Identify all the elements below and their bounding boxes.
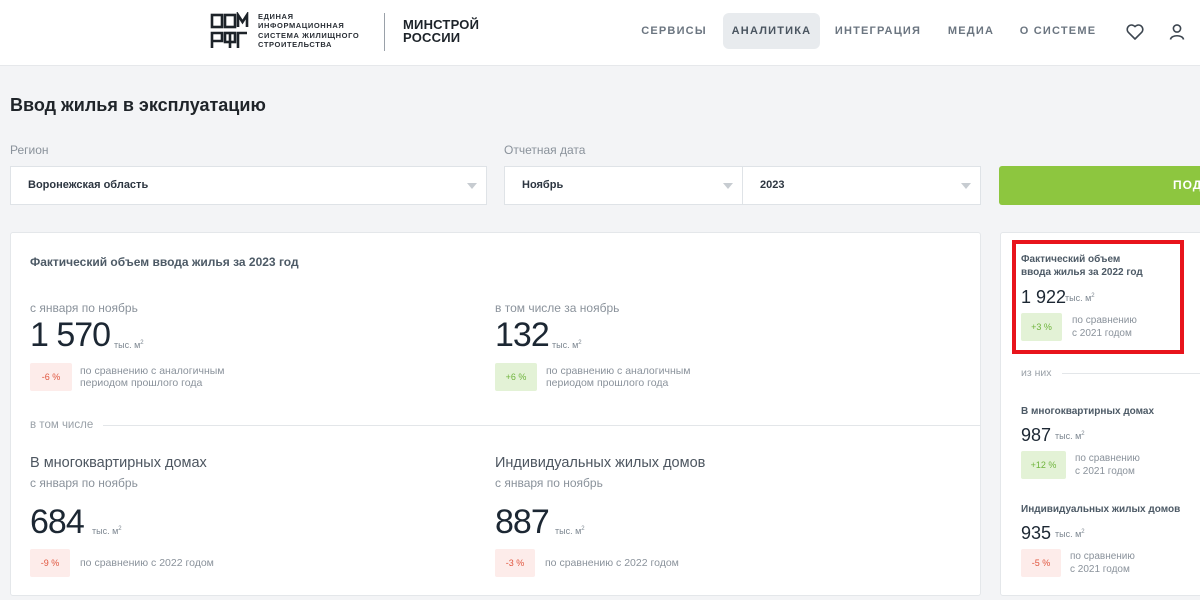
- logo-text-line: ИНФОРМАЦИОННАЯ: [258, 21, 345, 31]
- apartments-change-badge: -9 %: [30, 549, 70, 577]
- ytd-period: с января по ноябрь: [30, 301, 138, 315]
- side-divider: [1062, 373, 1200, 374]
- houses-compare: по сравнению с 2022 годом: [545, 557, 679, 569]
- date-label: Отчетная дата: [504, 143, 586, 157]
- apartments-period: с января по ноябрь: [30, 476, 138, 490]
- side-apartments-title: В многоквартирных домах: [1021, 406, 1155, 417]
- unit-text: тыс. м: [555, 526, 582, 536]
- logo-text-line: СТРОИТЕЛЬСТВА: [258, 39, 333, 49]
- logo-divider: [384, 13, 385, 51]
- domrf-logo-icon[interactable]: [210, 12, 250, 50]
- user-icon[interactable]: [1167, 22, 1187, 42]
- chevron-down-icon: [723, 183, 733, 189]
- apartments-title: В многоквартирных домах: [30, 455, 207, 471]
- year-select[interactable]: 2023: [742, 166, 981, 205]
- compare-line: по сравнению: [1070, 551, 1135, 562]
- page-title: Ввод жилья в эксплуатацию: [10, 95, 266, 115]
- side-houses-unit: тыс. м2: [1055, 529, 1085, 539]
- compare-line: периодом прошлого года: [80, 377, 203, 389]
- side-apartments-change-badge: +12 %: [1021, 451, 1066, 479]
- month-compare: по сравнению с аналогичным периодом прош…: [546, 365, 691, 389]
- ytd-compare: по сравнению с аналогичным периодом прош…: [80, 365, 225, 389]
- ytd-unit: тыс. м2: [114, 340, 144, 350]
- apartments-value: 684: [30, 503, 85, 541]
- nav-media[interactable]: МЕДИА: [940, 13, 1002, 49]
- section-label: в том числе: [30, 419, 94, 431]
- houses-change-badge: -3 %: [495, 549, 535, 577]
- side-houses-compare: по сравнению с 2021 годом: [1070, 551, 1135, 576]
- main-card-title: Фактический объем ввода жилья за 2023 го…: [30, 255, 299, 269]
- month-value: 132: [495, 316, 550, 354]
- side-apartments-value: 987: [1021, 425, 1052, 445]
- nav-analytics[interactable]: АНАЛИТИКА: [723, 13, 820, 49]
- ytd-change-badge: -6 %: [30, 363, 72, 391]
- apartments-compare: по сравнению с 2022 годом: [80, 557, 214, 569]
- month-change-badge: +6 %: [495, 363, 537, 391]
- unit-text: тыс. м: [552, 340, 579, 350]
- highlight-frame: [1012, 240, 1184, 354]
- logo-text-line: СИСТЕМА ЖИЛИЩНОГО: [258, 30, 360, 40]
- heart-icon[interactable]: [1125, 22, 1145, 42]
- side-apartments-unit: тыс. м2: [1055, 431, 1085, 441]
- apartments-unit: тыс. м2: [92, 526, 122, 536]
- chevron-down-icon: [467, 183, 477, 189]
- compare-line: периодом прошлого года: [546, 377, 669, 389]
- compare-line: с 2021 годом: [1075, 465, 1135, 477]
- month-select[interactable]: Ноябрь: [504, 166, 743, 205]
- logo-text: ЕДИНАЯ ИНФОРМАЦИОННАЯ СИСТЕМА ЖИЛИЩНОГО …: [258, 12, 378, 49]
- ytd-value: 1 570: [30, 316, 111, 354]
- side-houses-value: 935: [1021, 523, 1052, 543]
- unit-text: тыс. м: [1055, 431, 1082, 441]
- houses-title: Индивидуальных жилых домов: [495, 455, 706, 471]
- nav-services[interactable]: СЕРВИСЫ: [634, 13, 714, 49]
- ministry-logo-line: РОССИИ: [403, 30, 461, 45]
- month-period: в том числе за ноябрь: [495, 301, 620, 315]
- section-divider: [103, 425, 981, 426]
- site-header: ЕДИНАЯ ИНФОРМАЦИОННАЯ СИСТЕМА ЖИЛИЩНОГО …: [0, 0, 1200, 66]
- submit-button[interactable]: ПОД: [999, 166, 1200, 205]
- side-of-them-label: из них: [1021, 367, 1052, 379]
- houses-unit: тыс. м2: [555, 526, 585, 536]
- houses-period: с января по ноябрь: [495, 476, 603, 490]
- nav-integration[interactable]: ИНТЕГРАЦИЯ: [830, 13, 926, 49]
- year-select-value: 2023: [760, 179, 785, 191]
- compare-line: по сравнению: [1075, 453, 1140, 464]
- ministry-logo[interactable]: МИНСТРОЙ РОССИИ: [403, 18, 479, 44]
- region-select-value: Воронежская область: [28, 179, 149, 191]
- region-select[interactable]: Воронежская область: [10, 166, 487, 205]
- unit-text: тыс. м: [1055, 529, 1082, 539]
- compare-line: по сравнению с аналогичным: [80, 365, 225, 377]
- houses-value: 887: [495, 503, 550, 541]
- region-label: Регион: [10, 143, 49, 157]
- compare-line: с 2021 годом: [1070, 563, 1130, 575]
- side-apartments-compare: по сравнению с 2021 годом: [1075, 453, 1140, 478]
- nav-about[interactable]: О СИСТЕМЕ: [1015, 13, 1101, 49]
- month-unit: тыс. м2: [552, 340, 582, 350]
- compare-line: по сравнению с аналогичным: [546, 365, 691, 377]
- logo-text-line: ЕДИНАЯ: [258, 12, 294, 21]
- side-houses-change-badge: -5 %: [1021, 549, 1061, 577]
- unit-text: тыс. м: [92, 526, 119, 536]
- unit-text: тыс. м: [114, 340, 141, 350]
- side-houses-title: Индивидуальных жилых домов: [1021, 504, 1181, 515]
- chevron-down-icon: [961, 183, 971, 189]
- month-select-value: Ноябрь: [522, 179, 564, 191]
